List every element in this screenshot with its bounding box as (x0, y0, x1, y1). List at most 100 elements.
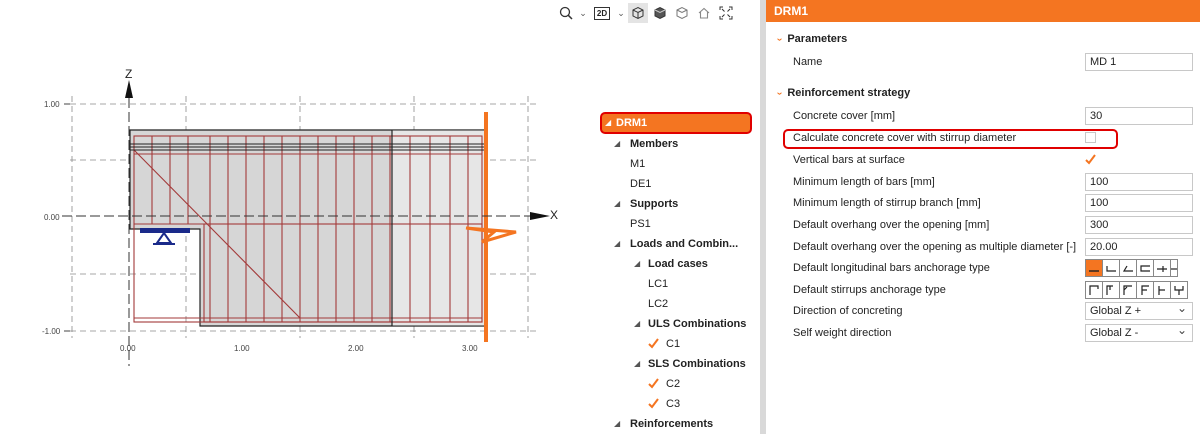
self-weight-direction-select[interactable]: Global Z - (1085, 322, 1193, 342)
property-label: Concrete cover [mm] (793, 110, 896, 122)
property-label: Self weight direction (793, 327, 892, 339)
tree-item-m1[interactable]: M1 (598, 154, 758, 174)
overhang-multiple-input[interactable]: 20.00 (1085, 238, 1193, 256)
section-title: Parameters (787, 33, 848, 45)
collapse-triangle-icon[interactable]: ◢ (614, 134, 620, 154)
anchorage-bend-icon[interactable] (1102, 259, 1120, 277)
property-label: Default stirrups anchorage type (793, 284, 946, 296)
solid-icon[interactable] (650, 3, 670, 23)
x-tick-label: 0.00 (120, 344, 136, 353)
chevron-down-icon[interactable]: › (774, 92, 785, 95)
stirrup-anchorage-tee-icon[interactable] (1153, 281, 1171, 299)
collapse-triangle-icon[interactable]: ◢ (614, 414, 620, 434)
tree-item-ps1[interactable]: PS1 (598, 214, 758, 234)
view-mode-dropdown-chevron-icon[interactable]: ⌄ (616, 8, 626, 19)
anchorage-loop-icon[interactable] (1136, 259, 1154, 277)
stirrup-anchorage-bend-icon[interactable] (1119, 281, 1137, 299)
collapse-triangle-icon[interactable]: ◢ (634, 354, 640, 374)
tree-item-drm1[interactable]: ◢ DRM1 (600, 112, 752, 134)
stirrup-anchorage-ribbed-icon[interactable] (1136, 281, 1154, 299)
tree-item-label: Supports (630, 198, 679, 210)
tree-item-label: Load cases (648, 258, 708, 270)
checkmark-icon[interactable] (648, 398, 659, 409)
stirrup-anchorage-selector (1085, 281, 1188, 299)
tree-item-label: C2 (666, 378, 681, 390)
tree-item-c2[interactable]: C2 (598, 374, 758, 394)
stirrup-anchorage-closed-icon[interactable] (1085, 281, 1103, 299)
view-mode-2d-button[interactable]: 2D (590, 3, 614, 23)
tree-item-label: C3 (666, 398, 681, 410)
tree-item-label: M1 (630, 158, 646, 170)
stirrup-anchorage-fork-icon[interactable] (1170, 281, 1188, 299)
tree-item-supports[interactable]: ◢ Supports (598, 194, 758, 214)
stirrup-anchorage-hook-icon[interactable] (1102, 281, 1120, 299)
transparent-icon[interactable] (672, 3, 692, 23)
support-icon (140, 228, 190, 245)
concreting-direction-select[interactable]: Global Z + (1085, 300, 1193, 320)
property-label: Vertical bars at surface (793, 154, 905, 166)
anchorage-hook-icon[interactable] (1119, 259, 1137, 277)
min-bar-length-input[interactable]: 100 (1085, 173, 1193, 191)
tree-item-label: Loads and Combin... (630, 238, 739, 250)
wireframe-icon[interactable] (628, 3, 648, 23)
tree-item-label: PS1 (630, 218, 651, 230)
model-canvas[interactable]: Z X 1.00 0.00 -1.00 0.00 1.00 2.00 3.00 (0, 26, 590, 386)
anchorage-straight-icon[interactable] (1085, 259, 1103, 277)
x-axis-label: X (550, 208, 558, 222)
property-label: Minimum length of bars [mm] (793, 176, 935, 188)
tree-item-label: LC2 (648, 298, 669, 310)
tree-item-c1[interactable]: C1 (598, 334, 758, 354)
y-tick-label: 0.00 (44, 213, 60, 222)
tree-item-lc2[interactable]: LC2 (598, 294, 758, 314)
section-reinforcement-strategy[interactable]: › Reinforcement strategy (774, 87, 910, 99)
anchorage-plate-icon[interactable] (1153, 259, 1171, 277)
properties-panel: DRM1 › Parameters Name MD 1 › Reinforcemen… (766, 0, 1200, 434)
tree-item-sls[interactable]: ◢ SLS Combinations (598, 354, 758, 374)
name-input[interactable]: MD 1 (1085, 53, 1193, 71)
collapse-triangle-icon[interactable]: ◢ (614, 234, 620, 254)
concrete-cover-input[interactable]: 30 (1085, 107, 1193, 125)
checkmark-icon[interactable] (648, 338, 659, 349)
tree-item-c3[interactable]: C3 (598, 394, 758, 414)
anchorage-more-icon[interactable] (1170, 259, 1178, 277)
property-label: Default overhang over the opening [mm] (793, 219, 990, 231)
tree-item-label: Members (630, 138, 679, 150)
tree-item-lc1[interactable]: LC1 (598, 274, 758, 294)
chevron-down-icon[interactable]: › (774, 38, 785, 41)
tree-item-load-cases[interactable]: ◢ Load cases (598, 254, 758, 274)
row-vertical-bars: Vertical bars at surface (793, 150, 1198, 170)
property-label: Name (793, 56, 823, 68)
tree-item-label: LC1 (648, 278, 669, 290)
collapse-triangle-icon[interactable]: ◢ (605, 114, 611, 132)
tree-item-label: C1 (666, 338, 681, 350)
fit-screen-icon[interactable] (716, 3, 736, 23)
vertical-bars-checkbox[interactable] (1085, 154, 1096, 165)
property-label: Default longitudinal bars anchorage type (793, 262, 990, 274)
home-icon[interactable] (694, 3, 714, 23)
tree-item-label: SLS Combinations (648, 358, 746, 370)
section-parameters[interactable]: › Parameters (774, 33, 848, 45)
property-label: Default overhang over the opening as mul… (793, 241, 1077, 253)
tree-item-de1[interactable]: DE1 (598, 174, 758, 194)
min-stirrup-branch-input[interactable]: 100 (1085, 194, 1193, 212)
tree-item-label: DE1 (630, 178, 652, 190)
tree-item-reinforcements[interactable]: ◢ Reinforcements (598, 414, 758, 434)
zoom-dropdown-chevron-icon[interactable]: ⌄ (578, 8, 588, 19)
collapse-triangle-icon[interactable]: ◢ (614, 194, 620, 214)
checkmark-icon[interactable] (648, 378, 659, 389)
collapse-triangle-icon[interactable]: ◢ (634, 254, 640, 274)
zoom-icon[interactable] (556, 3, 576, 23)
tree-item-uls[interactable]: ◢ ULS Combinations (598, 314, 758, 334)
property-label: Minimum length of stirrup branch [mm] (793, 197, 981, 209)
property-label: Direction of concreting (793, 305, 903, 317)
tree-item-loads[interactable]: ◢ Loads and Combin... (598, 234, 758, 254)
y-tick-label: -1.00 (42, 327, 61, 336)
row-concreting-direction: Direction of concreting Global Z + (793, 300, 1198, 321)
overhang-input[interactable]: 300 (1085, 216, 1193, 234)
tree-item-members[interactable]: ◢ Members (598, 134, 758, 154)
project-tree: ◢ DRM1 ◢ Members M1 DE1 ◢ Supports PS1 ◢… (598, 112, 758, 434)
row-name: Name MD 1 (793, 52, 1198, 72)
row-stirrup-anchorage: Default stirrups anchorage type (793, 280, 1198, 300)
row-min-stirrup-branch: Minimum length of stirrup branch [mm] 10… (793, 193, 1198, 213)
collapse-triangle-icon[interactable]: ◢ (634, 314, 640, 334)
